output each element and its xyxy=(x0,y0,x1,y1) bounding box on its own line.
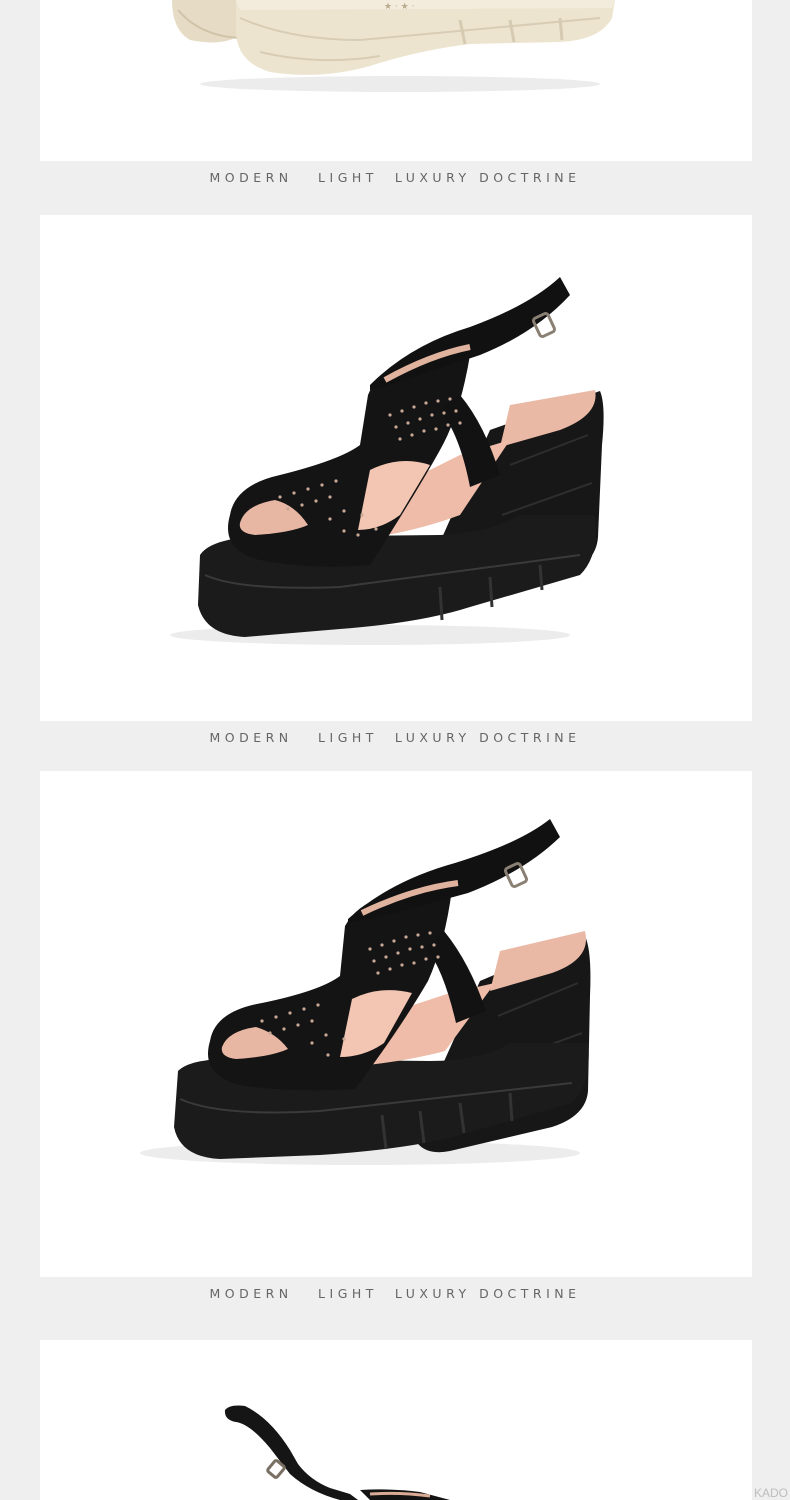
brand-tagline: MODERN LIGHT LUXURY DOCTRINE xyxy=(209,730,581,745)
svg-text:★ · ★ ·: ★ · ★ · xyxy=(384,2,414,12)
watermark-text: KADO xyxy=(753,1486,788,1500)
black-wedge-sandal-image xyxy=(224,1405,450,1500)
black-wedge-sandal-image xyxy=(140,819,591,1165)
brand-tagline: MODERN LIGHT LUXURY DOCTRINE xyxy=(209,170,581,185)
product-image-panel: ★ · ★ · xyxy=(40,0,752,161)
product-image-panel xyxy=(40,771,752,1277)
black-wedge-sandal-image xyxy=(170,277,604,645)
brand-tagline: MODERN LIGHT LUXURY DOCTRINE xyxy=(209,1286,581,1301)
product-image-panel xyxy=(40,215,752,721)
beige-wedge-sandal-image: ★ · ★ · xyxy=(172,0,615,92)
product-image-panel xyxy=(40,1340,752,1500)
